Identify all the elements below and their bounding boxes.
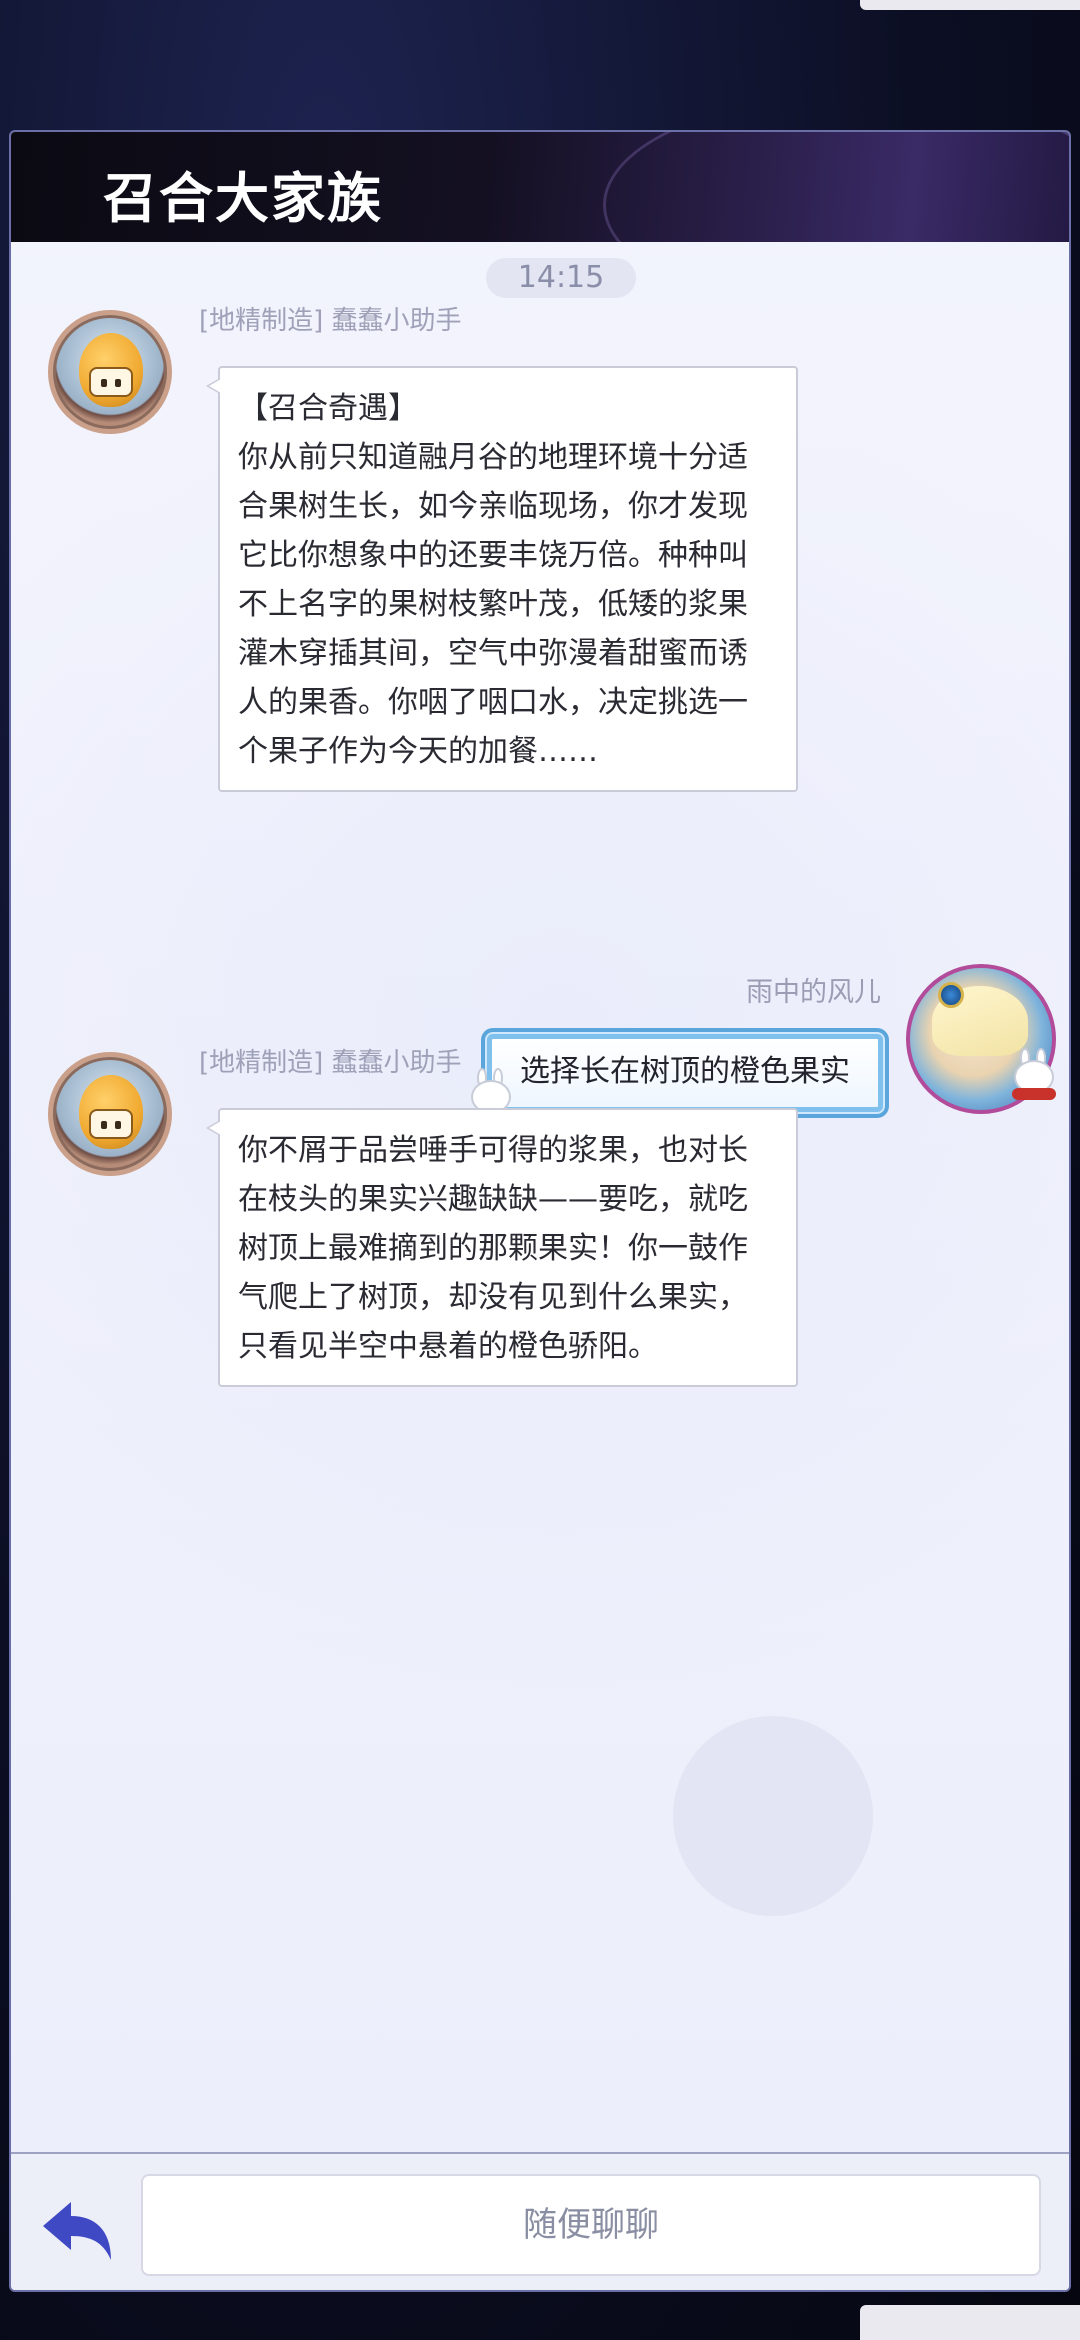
page-title: 召合大家族 [103,166,383,230]
chat-footer: 随便聊聊 [11,2152,1069,2290]
assistant-avatar[interactable] [48,1052,172,1176]
user-choice-bubble[interactable]: 选择长在树顶的橙色果实 [487,1034,883,1112]
background-edge [860,0,1080,10]
message-sender: [地精制造] 蠢蠢小助手 [199,1048,462,1078]
message-bubble[interactable]: 【召合奇遇】 你从前只知道融月谷的地理环境十分适 合果树生长，如今亲临现场，你才… [206,366,798,792]
gem-icon [938,982,964,1008]
header-bar: 召合大家族 [11,132,1069,242]
chat-panel: 召合大家族 14:15 [地精制造] 蠢蠢小助手 【召合奇遇】 你从前只知道融月… [9,130,1071,2292]
background-edge [860,2305,1080,2340]
back-arrow-icon [43,2202,111,2260]
floating-assist-button[interactable] [673,1716,873,1916]
back-button[interactable] [37,2198,117,2268]
chat-timestamp: 14:15 [486,258,636,298]
message-bubble[interactable]: 你不屑于品尝唾手可得的浆果，也对长 在枝头的果实兴趣缺缺——要吃，就吃 树顶上最… [206,1108,798,1387]
message-sender: [地精制造] 蠢蠢小助手 [199,306,462,336]
chat-input[interactable]: 随便聊聊 [141,2174,1041,2276]
user-sender-name: 雨中的风儿 [746,977,881,1008]
bunny-decoration-icon [1006,1048,1062,1108]
assistant-avatar[interactable] [48,310,172,434]
